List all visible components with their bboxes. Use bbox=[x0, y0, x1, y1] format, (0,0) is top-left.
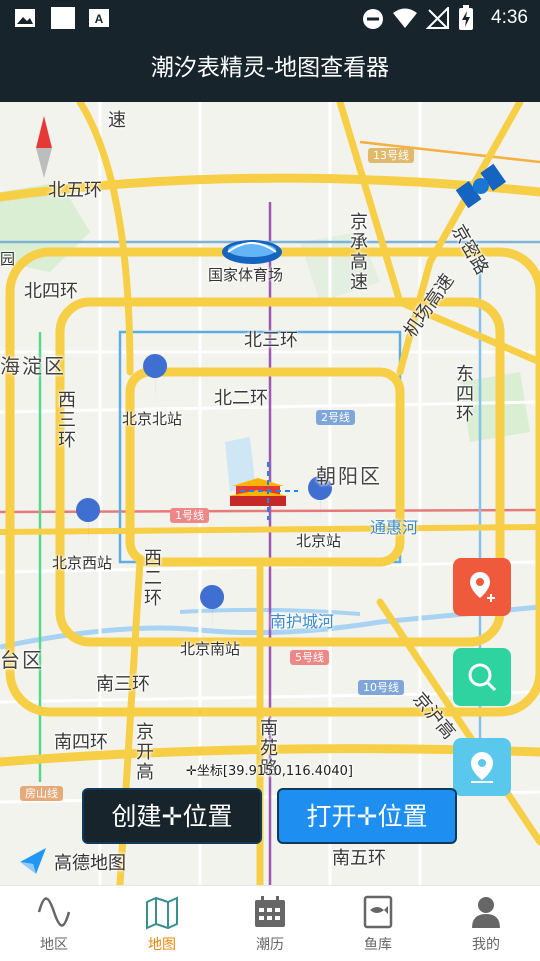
label-beijing-west-station: 北京西站 bbox=[52, 554, 113, 572]
bottom-tab-bar: 地区 地图 潮历 鱼库 我的 bbox=[0, 885, 540, 960]
amap-logo-icon bbox=[20, 848, 46, 874]
label-beijing-station: 北京站 bbox=[296, 532, 342, 550]
metro-badge-fangshan: 房山线 bbox=[20, 786, 63, 801]
title-bar: 潮汐表精灵-地图查看器 bbox=[0, 36, 540, 102]
metro-badge-10: 10号线 bbox=[358, 680, 404, 695]
add-location-icon bbox=[470, 572, 495, 602]
image-icon bbox=[15, 9, 35, 27]
tab-fish-library[interactable]: 鱼库 bbox=[324, 886, 432, 961]
stadium-icon bbox=[222, 240, 282, 264]
station-marker-beijing-north bbox=[143, 354, 168, 402]
search-icon bbox=[468, 663, 497, 692]
status-bar: A 4:36 bbox=[0, 0, 540, 36]
font-icon: A bbox=[89, 9, 109, 27]
calendar-icon bbox=[255, 896, 285, 927]
label-expressway-top: 速 bbox=[108, 110, 126, 131]
do-not-disturb-icon bbox=[363, 9, 383, 29]
no-signal-icon bbox=[426, 7, 449, 29]
label-national-stadium: 国家体育场 bbox=[208, 266, 284, 284]
wave-icon bbox=[37, 897, 71, 927]
search-location-button[interactable] bbox=[453, 648, 511, 706]
label-south-moat: 南护城河 bbox=[270, 612, 335, 631]
label-north-4th-ring: 北四环 bbox=[24, 281, 78, 302]
label-beijing-north-station: 北京北站 bbox=[122, 410, 183, 428]
label-south-3rd-ring: 南三环 bbox=[96, 674, 150, 695]
label-south-4th-ring: 南四环 bbox=[54, 732, 108, 753]
open-location-button[interactable]: 打开✛位置 bbox=[277, 788, 457, 844]
tab-tide-calendar[interactable]: 潮历 bbox=[216, 886, 324, 961]
tab-label: 地图 bbox=[148, 937, 176, 953]
label-beijing-south-station: 北京南站 bbox=[180, 640, 241, 658]
label-jingcheng-expressway: 京承高速 bbox=[347, 212, 368, 292]
station-marker-beijing-west bbox=[76, 498, 101, 546]
notification-square-icon bbox=[51, 7, 75, 29]
add-location-button[interactable] bbox=[453, 558, 511, 616]
page-title: 潮汐表精灵-地图查看器 bbox=[150, 55, 390, 81]
label-fengtai-district: 台区 bbox=[0, 648, 44, 672]
coordinate-label: ✛坐标[39.9150,116.4040] bbox=[186, 764, 353, 779]
my-location-button[interactable] bbox=[453, 738, 511, 796]
label-chaoyang-district: 朝阳区 bbox=[316, 464, 382, 488]
wifi-icon bbox=[393, 8, 417, 28]
label-west-3rd-ring: 西三环 bbox=[55, 390, 76, 450]
battery-charging-icon bbox=[459, 5, 473, 30]
label-north-2nd-ring: 北二环 bbox=[214, 388, 268, 409]
tab-label: 地区 bbox=[40, 937, 68, 953]
tab-profile[interactable]: 我的 bbox=[432, 886, 540, 961]
metro-badge-5: 5号线 bbox=[290, 650, 329, 665]
label-tonghui-river: 通惠河 bbox=[370, 518, 419, 537]
create-location-button[interactable]: 创建✛位置 bbox=[82, 788, 262, 844]
svg-text:A: A bbox=[95, 12, 104, 26]
map-icon bbox=[146, 896, 178, 930]
metro-badge-1: 1号线 bbox=[170, 508, 209, 523]
amap-logo-text: 高德地图 bbox=[54, 853, 126, 874]
tab-label: 鱼库 bbox=[364, 937, 392, 953]
tab-map[interactable]: 地图 bbox=[108, 886, 216, 961]
label-jingkai-expressway: 京开高 bbox=[133, 722, 154, 782]
label-north-3rd-ring: 北三环 bbox=[244, 330, 298, 351]
status-time: 4:36 bbox=[491, 7, 528, 28]
tab-label: 潮历 bbox=[256, 937, 284, 953]
label-west-2nd-ring: 西二环 bbox=[141, 548, 162, 608]
label-west-edge: 园 bbox=[0, 250, 16, 268]
label-south-5th-ring: 南五环 bbox=[332, 848, 386, 869]
label-haidian-district: 海淀区 bbox=[0, 354, 66, 378]
map-view[interactable]: 北五环 北四环 北三环 北二环 东四环 西三环 西二环 南三环 南四环 南五环 … bbox=[0, 102, 540, 885]
metro-badge-13: 13号线 bbox=[368, 148, 414, 163]
tab-region[interactable]: 地区 bbox=[0, 886, 108, 961]
metro-badge-2: 2号线 bbox=[316, 410, 355, 425]
compass-icon bbox=[36, 116, 52, 178]
label-east-4th-ring: 东四环 bbox=[453, 364, 474, 424]
tab-label: 我的 bbox=[472, 937, 500, 953]
user-icon bbox=[472, 897, 500, 928]
label-north-5th-ring: 北五环 bbox=[48, 180, 102, 201]
location-icon bbox=[471, 752, 493, 783]
fish-book-icon bbox=[363, 895, 393, 929]
